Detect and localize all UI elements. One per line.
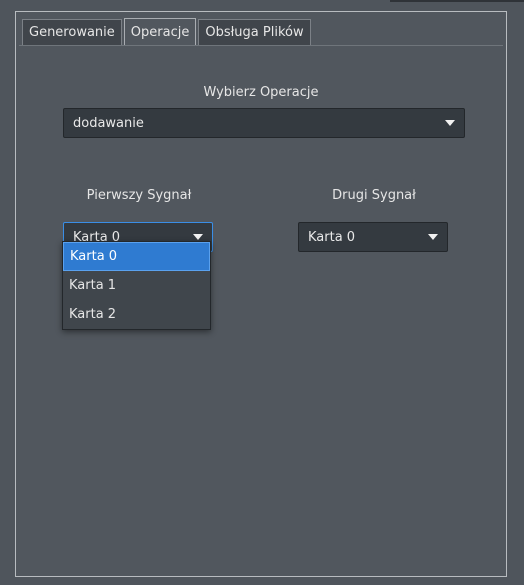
chevron-down-icon	[428, 234, 438, 240]
dropdown-option-karta-0[interactable]: Karta 0	[63, 242, 210, 271]
operation-label: Wybierz Operacje	[203, 85, 319, 100]
dropdown-option-karta-1[interactable]: Karta 1	[63, 271, 210, 300]
second-signal-combobox[interactable]: Karta 0	[298, 222, 448, 252]
dropdown-option-karta-2[interactable]: Karta 2	[63, 300, 210, 329]
tab-bar: Generowanie Operacje Obsługa Plików	[22, 18, 313, 45]
first-signal-dropdown-list: Karta 0 Karta 1 Karta 2	[62, 241, 211, 330]
tab-generowanie[interactable]: Generowanie	[22, 19, 122, 45]
first-signal-label: Pierwszy Sygnał	[86, 188, 192, 203]
tab-obsluga-plikow[interactable]: Obsługa Plików	[198, 19, 311, 45]
second-signal-label: Drugi Sygnał	[332, 188, 416, 203]
chevron-down-icon	[193, 234, 203, 240]
second-signal-combobox-value: Karta 0	[308, 229, 356, 245]
tab-operacje[interactable]: Operacje	[123, 18, 197, 45]
chevron-down-icon	[445, 120, 455, 126]
operation-combobox[interactable]: dodawanie	[63, 108, 465, 138]
operation-combobox-value: dodawanie	[73, 115, 144, 131]
top-divider	[390, 0, 524, 2]
